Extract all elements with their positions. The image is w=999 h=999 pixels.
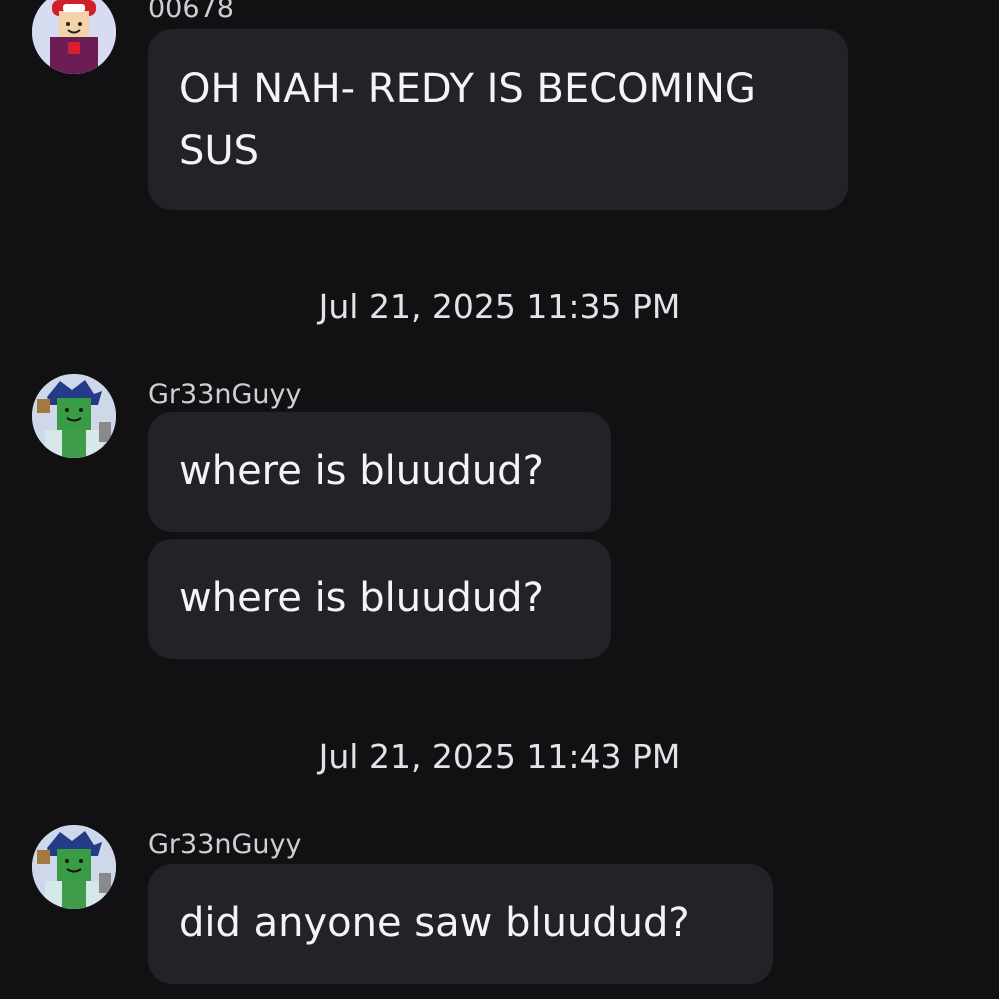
user-avatar-gr33nguyy[interactable] <box>32 374 116 458</box>
message-username: Gr33nGuyy <box>148 829 302 860</box>
avatar-image <box>32 0 116 74</box>
message-text: where is bluudud? <box>179 448 544 494</box>
message-bubble[interactable]: where is bluudud? <box>148 539 611 659</box>
message-username: 00678 <box>148 0 234 24</box>
user-avatar-gr33nguyy[interactable] <box>32 825 116 909</box>
message-bubble[interactable]: where is bluudud? <box>148 412 611 532</box>
timestamp: Jul 21, 2025 11:35 PM <box>318 287 681 326</box>
timestamp: Jul 21, 2025 11:43 PM <box>318 737 681 776</box>
message-bubble[interactable]: OH NAH- REDY IS BECOMING SUS <box>148 29 848 210</box>
message-bubble[interactable]: did anyone saw bluudud? <box>148 864 773 984</box>
message-text: did anyone saw bluudud? <box>179 900 690 946</box>
message-text: where is bluudud? <box>179 575 544 621</box>
user-avatar-00678[interactable] <box>32 0 116 74</box>
avatar-image <box>32 825 116 909</box>
message-username: Gr33nGuyy <box>148 379 302 410</box>
chat-thread: 00678 OH NAH- REDY IS BECOMING SUS Jul 2… <box>0 0 999 999</box>
avatar-image <box>32 374 116 458</box>
message-text: OH NAH- REDY IS BECOMING SUS <box>179 66 756 174</box>
